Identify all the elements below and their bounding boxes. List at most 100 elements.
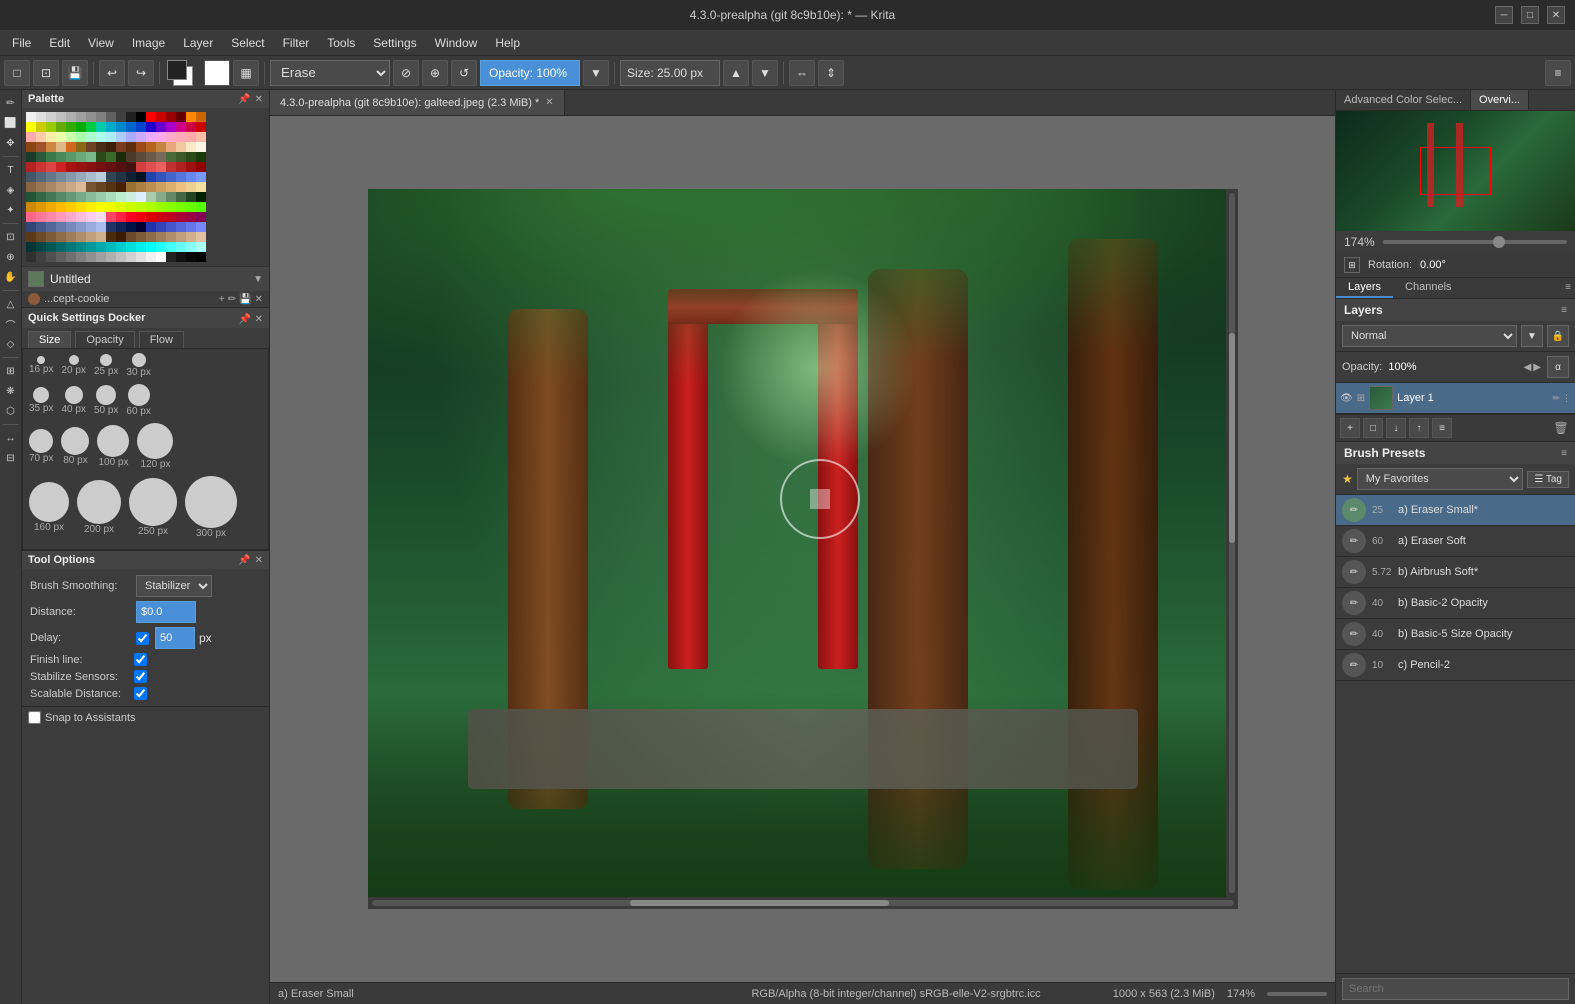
extra-button[interactable]: ≡ [1545,60,1571,86]
palette-color-cell[interactable] [166,202,176,212]
palette-color-cell[interactable] [116,142,126,152]
palette-color-cell[interactable] [196,212,206,222]
tab-overview[interactable]: Overvi... [1471,90,1529,110]
tool-move[interactable]: ✥ [2,134,20,152]
palette-color-cell[interactable] [56,242,66,252]
undo-button[interactable]: ↩ [99,60,125,86]
palette-color-cell[interactable] [86,152,96,162]
palette-color-cell[interactable] [176,112,186,122]
brush-size-circle[interactable] [77,480,121,524]
palette-color-cell[interactable] [196,242,206,252]
palette-color-cell[interactable] [196,232,206,242]
palette-color-cell[interactable] [36,172,46,182]
tool-select-rect[interactable]: ⬜ [2,114,20,132]
palette-color-cell[interactable] [126,222,136,232]
palette-color-cell[interactable] [36,132,46,142]
palette-color-cell[interactable] [96,182,106,192]
layers-options-icon[interactable]: ≡ [1561,278,1575,298]
tool-eyedrop[interactable]: ✦ [2,201,20,219]
palette-color-cell[interactable] [186,172,196,182]
mirror-v-button[interactable]: ⇕ [818,60,844,86]
snap-to-assistants-checkbox[interactable] [28,711,41,724]
palette-color-cell[interactable] [86,182,96,192]
palette-color-cell[interactable] [46,202,56,212]
palette-color-cell[interactable] [66,112,76,122]
palette-color-cell[interactable] [116,222,126,232]
palette-color-cell[interactable] [166,112,176,122]
menu-item-file[interactable]: File [4,34,39,52]
tool-text[interactable]: T [2,161,20,179]
palette-color-cell[interactable] [196,252,206,262]
qs-tab-flow[interactable]: Flow [139,331,184,348]
palette-color-cell[interactable] [116,252,126,262]
palette-color-cell[interactable] [76,252,86,262]
palette-color-cell[interactable] [126,142,136,152]
menu-item-image[interactable]: Image [124,34,173,52]
palette-color-cell[interactable] [176,122,186,132]
tool-edit[interactable]: ◇ [2,335,20,353]
palette-color-cell[interactable] [156,172,166,182]
palette-color-cell[interactable] [116,132,126,142]
palette-color-cell[interactable] [136,132,146,142]
palette-color-cell[interactable] [136,232,146,242]
brush-size-circle[interactable] [33,387,49,403]
qs-close-icon[interactable]: ✕ [255,314,263,325]
palette-color-cell[interactable] [196,142,206,152]
palette-color-cell[interactable] [86,122,96,132]
brush-preset-swatch[interactable] [204,60,230,86]
brush-size-circle[interactable] [61,427,89,455]
brush-preset-item[interactable]: ✏40b) Basic-5 Size Opacity [1336,619,1575,650]
palette-color-cell[interactable] [166,222,176,232]
distance-input[interactable] [136,601,196,623]
stabilize-sensors-checkbox[interactable] [134,670,147,683]
palette-color-cell[interactable] [76,242,86,252]
palette-color-cell[interactable] [66,192,76,202]
brush-presets-category-select[interactable]: My Favorites [1357,468,1524,490]
delay-checkbox[interactable] [136,632,149,645]
palette-color-cell[interactable] [56,112,66,122]
palette-color-cell[interactable] [46,232,56,242]
maximize-button[interactable]: □ [1521,6,1539,24]
clear-button[interactable]: ⊘ [393,60,419,86]
palette-color-cell[interactable] [116,162,126,172]
refresh-button[interactable]: ↺ [451,60,477,86]
palette-color-cell[interactable] [146,112,156,122]
delay-input[interactable] [155,627,195,649]
palette-color-cell[interactable] [26,162,36,172]
qs-pin-icon[interactable]: 📌 [239,314,251,325]
palette-color-cell[interactable] [146,122,156,132]
layer-lock-button[interactable]: 🔒 [1547,325,1569,347]
palette-color-cell[interactable] [96,212,106,222]
palette-color-cell[interactable] [106,232,116,242]
palette-color-cell[interactable] [106,182,116,192]
palette-color-cell[interactable] [146,132,156,142]
palette-color-cell[interactable] [46,252,56,262]
palette-color-cell[interactable] [106,252,116,262]
palette-color-cell[interactable] [176,142,186,152]
palette-color-cell[interactable] [136,172,146,182]
palette-color-cell[interactable] [76,122,86,132]
palette-color-cell[interactable] [186,222,196,232]
palette-color-cell[interactable] [76,232,86,242]
canvas-image[interactable] [368,189,1238,909]
palette-color-cell[interactable] [56,152,66,162]
layers-tab[interactable]: Layers [1336,278,1393,298]
palette-color-cell[interactable] [126,172,136,182]
move-layer-up-button[interactable]: ↑ [1409,418,1429,438]
palette-color-cell[interactable] [96,242,106,252]
palette-color-cell[interactable] [146,212,156,222]
palette-color-cell[interactable] [36,212,46,222]
palette-color-cell[interactable] [156,122,166,132]
close-button[interactable]: ✕ [1547,6,1565,24]
palette-color-cell[interactable] [166,142,176,152]
palette-color-cell[interactable] [146,182,156,192]
menu-item-filter[interactable]: Filter [275,34,318,52]
horizontal-scrollbar[interactable] [368,897,1238,909]
palette-color-cell[interactable] [26,222,36,232]
palette-color-cell[interactable] [156,222,166,232]
palette-color-cell[interactable] [86,202,96,212]
palette-color-cell[interactable] [36,142,46,152]
palette-color-cell[interactable] [176,242,186,252]
open-button[interactable]: ⊡ [33,60,59,86]
palette-color-cell[interactable] [146,192,156,202]
